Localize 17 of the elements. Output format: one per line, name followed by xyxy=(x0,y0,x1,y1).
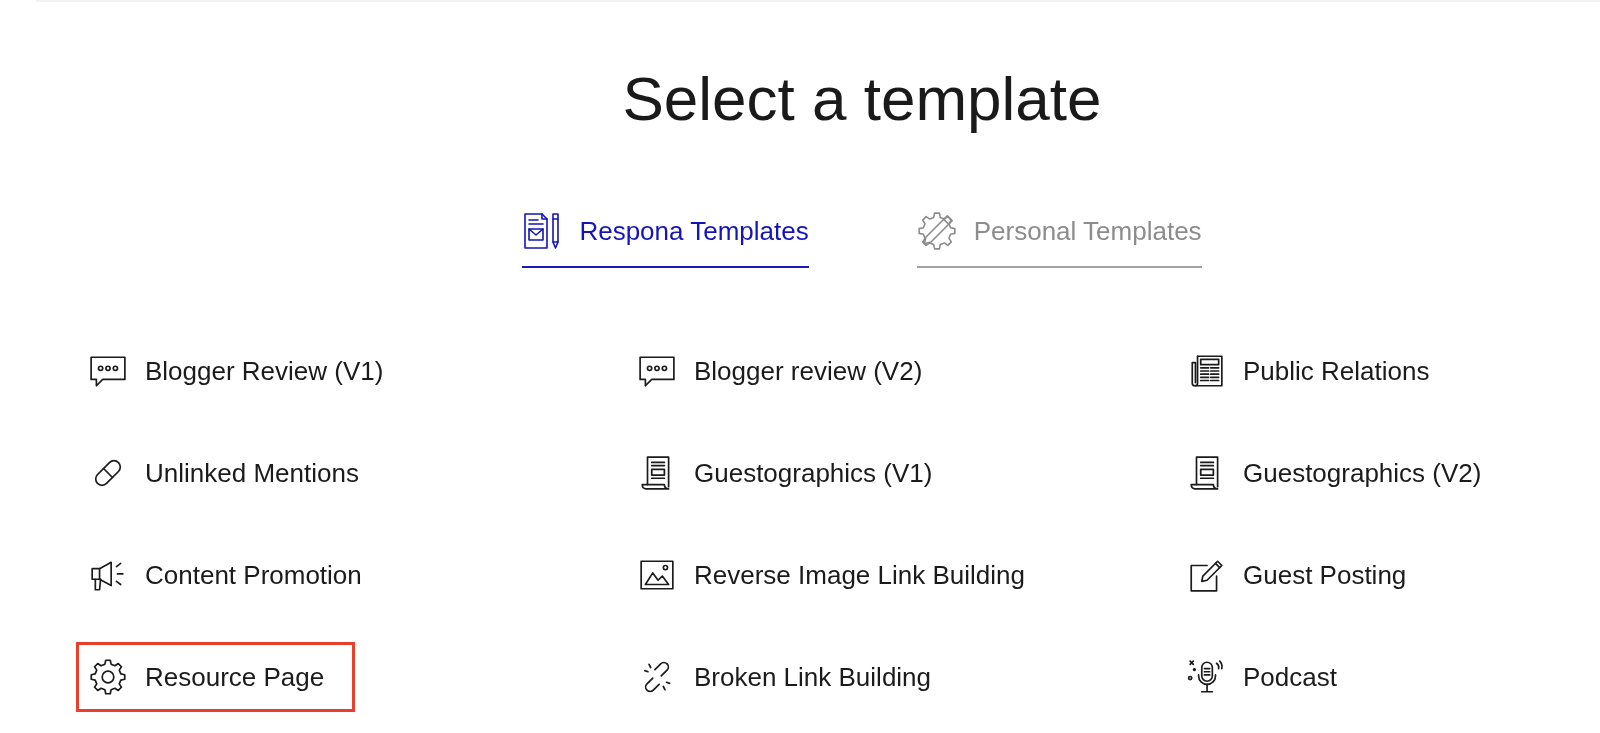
template-option[interactable]: Podcast xyxy=(1174,642,1368,712)
template-tab[interactable]: Respona Templates xyxy=(522,211,809,268)
template-option[interactable]: Broken Link Building xyxy=(625,642,963,712)
microphone-icon xyxy=(1187,658,1225,696)
template-option[interactable]: Content Promotion xyxy=(76,540,393,610)
page-title: Select a template xyxy=(622,63,1102,135)
template-option[interactable]: Guest Posting xyxy=(1174,540,1438,610)
template-option[interactable]: Resource Page xyxy=(76,642,356,712)
template-option[interactable]: Blogger review (V2) xyxy=(625,336,954,406)
template-option[interactable]: Reverse Image Link Building xyxy=(625,540,1056,610)
gear-pencil-icon xyxy=(916,211,957,251)
template-option[interactable]: Guestographics (V2) xyxy=(1174,438,1513,508)
template-option[interactable]: Blogger Review (V1) xyxy=(76,336,415,406)
template-option[interactable]: Guestographics (V1) xyxy=(625,438,964,508)
template-option[interactable]: Unlinked Mentions xyxy=(76,438,390,508)
gear-icon xyxy=(89,658,127,696)
template-option[interactable]: Public Relations xyxy=(1174,336,1461,406)
